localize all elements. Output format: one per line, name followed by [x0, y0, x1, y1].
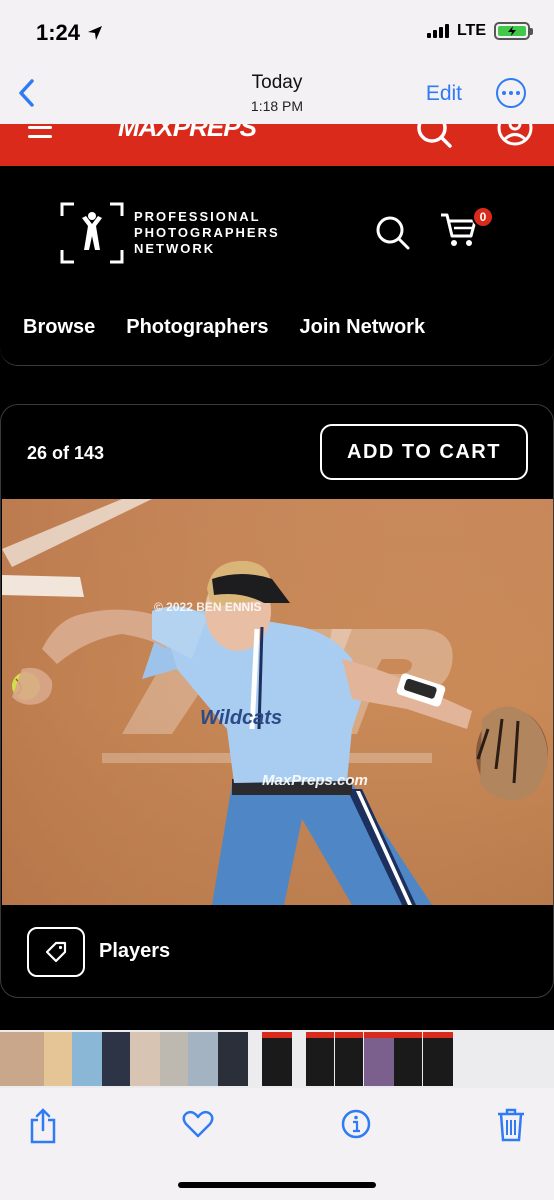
- menu-icon[interactable]: [28, 126, 52, 138]
- edit-button[interactable]: Edit: [426, 82, 462, 106]
- softball-photo[interactable]: Wildcats © 2022 BEN ENNIS MaxPreps.com: [2, 499, 553, 905]
- tag-button[interactable]: [27, 927, 85, 977]
- add-to-cart-button[interactable]: ADD TO CART: [320, 424, 528, 480]
- status-time: 1:24: [36, 20, 104, 46]
- home-indicator: [178, 1182, 376, 1188]
- thumbnail[interactable]: [188, 1032, 218, 1086]
- maxpreps-logo[interactable]: MAXPREPS: [118, 124, 257, 143]
- thumbnail[interactable]: [262, 1032, 292, 1086]
- thumbnail[interactable]: [72, 1032, 102, 1086]
- nav-join-network[interactable]: Join Network: [300, 316, 426, 339]
- tag-icon: [45, 941, 67, 963]
- nav-photographers[interactable]: Photographers: [126, 316, 268, 339]
- status-time-label: 1:24: [36, 20, 81, 45]
- nav-browse[interactable]: Browse: [23, 316, 95, 339]
- thumbnail-strip[interactable]: [0, 1030, 554, 1088]
- watermark-site-text: MaxPreps.com: [262, 772, 368, 789]
- thumbnail[interactable]: [102, 1032, 130, 1086]
- thumbnail[interactable]: [335, 1032, 363, 1086]
- ppn-logo-mark[interactable]: [60, 202, 124, 264]
- ppn-nav: Browse Photographers Join Network: [23, 316, 425, 339]
- heart-icon[interactable]: [182, 1108, 214, 1140]
- copyright-text: © 2022 BEN ENNIS: [154, 600, 262, 614]
- maxpreps-header: MAXPREPS: [0, 124, 554, 166]
- tag-label[interactable]: Players: [99, 940, 170, 963]
- battery-icon: [494, 22, 533, 40]
- photo-date-title: Today: [251, 72, 303, 93]
- user-icon[interactable]: [495, 124, 535, 148]
- thumbnail[interactable]: [394, 1032, 422, 1086]
- photo-card: 26 of 143 ADD TO CART Wildcats © 2022 BE…: [0, 404, 554, 998]
- status-bar: 1:24 LTE: [0, 0, 554, 62]
- thumbnail[interactable]: [44, 1032, 72, 1086]
- search-icon[interactable]: [374, 214, 412, 252]
- ppn-header: PROFESSIONAL PHOTOGRAPHERS NETWORK 0 Bro…: [0, 166, 554, 366]
- cart-count-badge: 0: [472, 206, 494, 228]
- jersey-text: Wildcats: [200, 707, 282, 729]
- photo-counter: 26 of 143: [27, 443, 105, 463]
- softball-photo-image: Wildcats © 2022 BEN ENNIS MaxPreps.com: [2, 499, 553, 905]
- status-indicators: LTE: [426, 22, 533, 40]
- thumbnail[interactable]: [306, 1032, 334, 1086]
- photos-navbar: Today 1:18 PM Edit: [0, 62, 554, 124]
- thumbnail[interactable]: [160, 1032, 188, 1086]
- ppn-logo-text: PROFESSIONAL PHOTOGRAPHERS NETWORK: [134, 209, 280, 256]
- share-icon[interactable]: [28, 1108, 58, 1144]
- network-label: LTE: [456, 22, 486, 39]
- thumbnail[interactable]: [218, 1032, 248, 1086]
- thumbnail[interactable]: [364, 1032, 394, 1086]
- search-icon[interactable]: [414, 124, 454, 152]
- thumbnail[interactable]: [0, 1032, 44, 1086]
- location-arrow-icon: [88, 26, 103, 40]
- thumbnail[interactable]: [130, 1032, 160, 1086]
- thumbnail[interactable]: [423, 1032, 453, 1086]
- signal-icon: [426, 24, 449, 38]
- photo-time-subtitle: 1:18 PM: [250, 98, 304, 114]
- more-icon[interactable]: [496, 78, 526, 108]
- trash-icon[interactable]: [496, 1108, 526, 1142]
- info-icon[interactable]: [340, 1108, 372, 1140]
